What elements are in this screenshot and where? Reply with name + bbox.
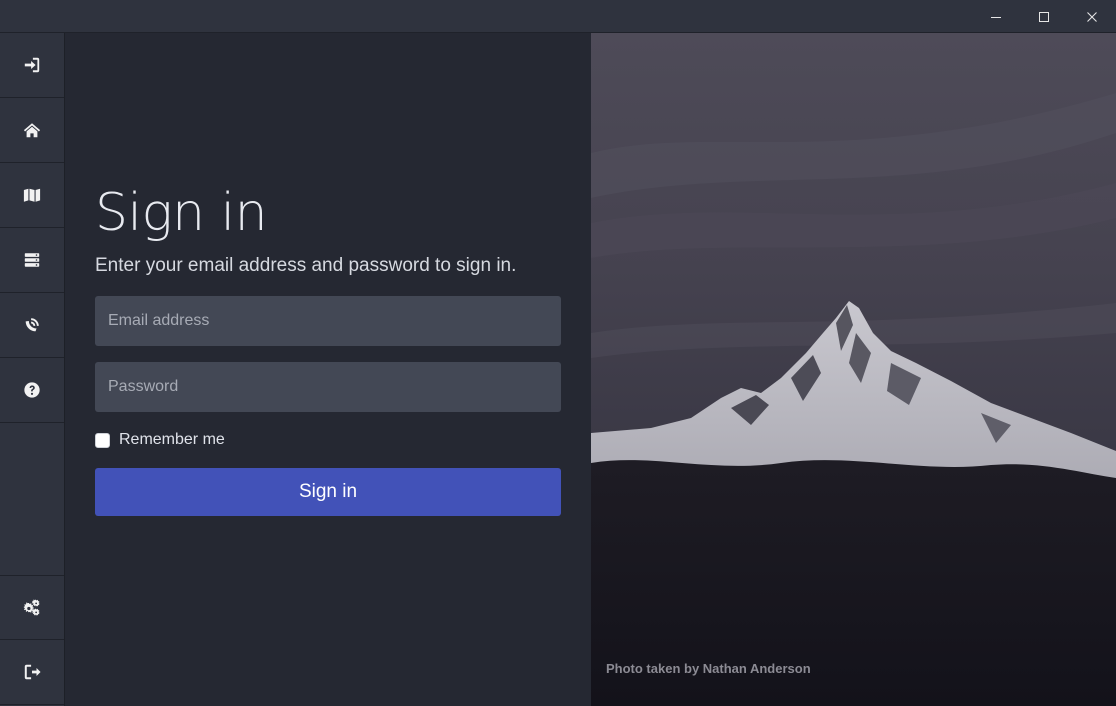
help-icon — [24, 382, 40, 398]
minimize-button[interactable] — [973, 0, 1019, 33]
sidebar-item-sign-out[interactable] — [0, 640, 64, 705]
settings-cogs-icon — [23, 599, 40, 615]
sidebar-item-satellite[interactable] — [0, 293, 64, 358]
sidebar-item-help[interactable] — [0, 358, 64, 423]
email-field[interactable] — [95, 296, 561, 346]
password-field[interactable] — [95, 362, 561, 412]
close-button[interactable] — [1069, 0, 1115, 33]
photo-credit: Photo taken by Nathan Anderson — [606, 661, 811, 676]
page-subtitle: Enter your email address and password to… — [95, 255, 517, 276]
sidebar-item-map[interactable] — [0, 163, 64, 228]
remember-me-label[interactable]: Remember me — [119, 431, 225, 449]
remember-me-row: Remember me — [95, 431, 225, 449]
sign-in-icon — [24, 57, 40, 73]
sign-in-button[interactable]: Sign in — [95, 468, 561, 516]
remember-me-checkbox[interactable] — [95, 432, 110, 448]
mountain-photo — [591, 33, 1116, 706]
background-photo: Photo taken by Nathan Anderson — [591, 33, 1116, 706]
maximize-button[interactable] — [1021, 0, 1067, 33]
sign-out-icon — [24, 664, 41, 680]
sidebar-item-settings[interactable] — [0, 575, 64, 640]
minimize-icon — [991, 16, 1001, 18]
sidebar-item-home[interactable] — [0, 98, 64, 163]
home-icon — [23, 123, 41, 138]
server-icon — [24, 253, 40, 267]
sidebar-item-sign-in[interactable] — [0, 33, 64, 98]
page-title: Sign in — [95, 183, 268, 243]
sidebar — [0, 33, 65, 706]
maximize-icon — [1039, 11, 1049, 22]
map-icon — [23, 188, 41, 202]
window-titlebar — [0, 0, 1116, 33]
satellite-dish-icon — [25, 318, 39, 332]
signin-panel: Sign in Enter your email address and pas… — [65, 33, 591, 706]
close-icon — [1087, 11, 1097, 22]
sidebar-item-server[interactable] — [0, 228, 64, 293]
